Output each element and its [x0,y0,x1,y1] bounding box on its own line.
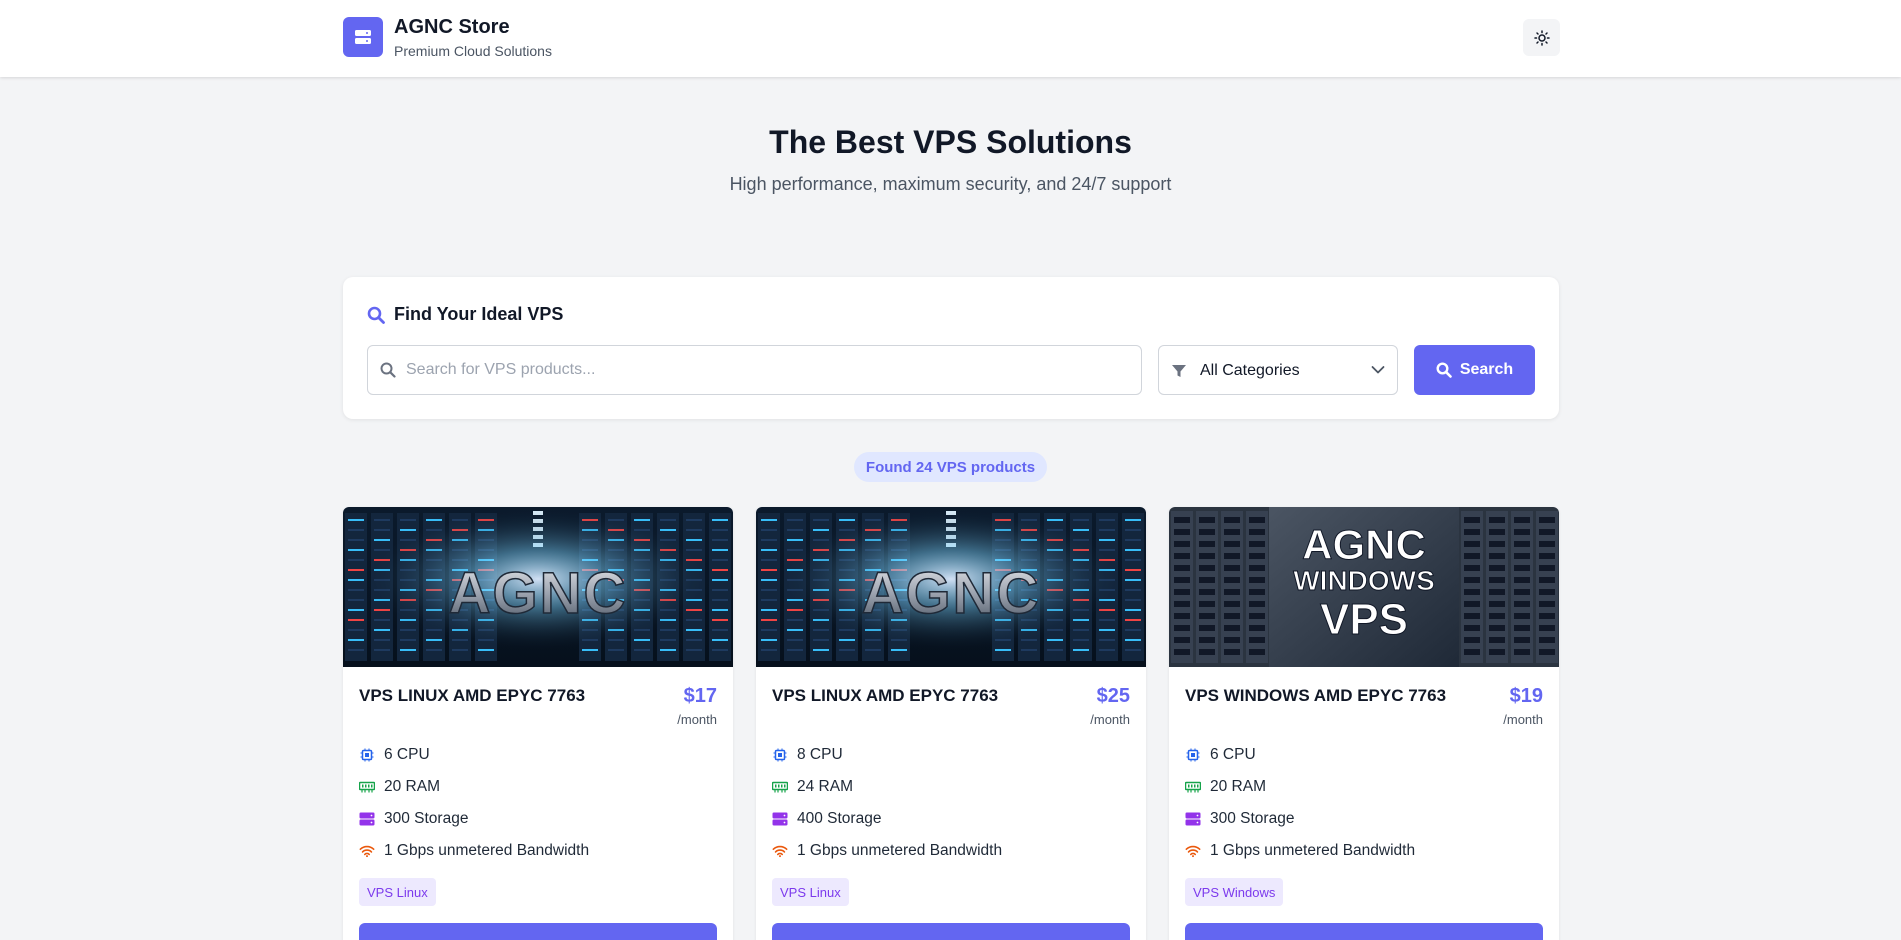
search-icon [1436,362,1452,378]
brand-subtitle: Premium Cloud Solutions [394,43,552,59]
product-card[interactable]: AGNC WINDOWS VPS VPS WINDOWS AMD EPYC 77… [1169,507,1559,940]
product-price-period: /month [1503,712,1543,727]
spec-cpu-text: 6 CPU [1210,746,1256,763]
spec-ram: 20 RAM [1185,777,1266,797]
search-heading-label: Find Your Ideal VPS [394,304,564,324]
product-price: $17 [683,685,717,707]
spec-cpu: 6 CPU [359,745,430,765]
wifi-icon [359,843,375,859]
product-name: VPS LINUX AMD EPYC 7763 [772,686,999,705]
spec-storage-text: 300 Storage [1210,810,1295,827]
product-name: VPS WINDOWS AMD EPYC 7763 [1185,686,1447,705]
wifi-icon [772,843,788,859]
order-button[interactable] [359,923,717,940]
product-price-period: /month [1090,712,1130,727]
memory-icon [772,779,788,795]
hard-drive-icon [1185,811,1201,827]
product-price-period: /month [677,712,717,727]
search-button[interactable]: Search [1414,345,1535,395]
spec-bandwidth-text: 1 Gbps unmetered Bandwidth [384,842,590,859]
hero-subtitle: High performance, maximum security, and … [729,174,1172,194]
spec-bandwidth-text: 1 Gbps unmetered Bandwidth [797,842,1003,859]
theme-toggle-button[interactable] [1523,19,1560,56]
spec-ram-text: 20 RAM [1210,778,1266,795]
cpu-icon [359,747,375,763]
category-tag[interactable]: VPS Linux [359,878,436,906]
spec-cpu: 8 CPU [772,745,843,765]
hard-drive-icon [359,811,375,827]
product-image-logo: AGNC [449,561,628,626]
product-card[interactable]: AGNC VPS LINUX AMD EPYC 7763 $25 /month … [756,507,1146,940]
spec-bandwidth: 1 Gbps unmetered Bandwidth [1185,841,1415,861]
category-select[interactable]: All Categories [1158,345,1398,395]
product-image: AGNC [756,507,1146,667]
chevron-down-icon [1371,366,1385,374]
spec-storage-text: 300 Storage [384,810,469,827]
search-field[interactable] [367,345,1142,395]
hero-title: The Best VPS Solutions [769,124,1132,160]
product-image-logo-line-3: VPS [1320,595,1408,644]
memory-icon [359,779,375,795]
search-panel: Find Your Ideal VPS All Categories Searc… [343,277,1559,419]
spec-bandwidth: 1 Gbps unmetered Bandwidth [772,841,1002,861]
search-input[interactable] [406,346,1136,394]
product-name: VPS LINUX AMD EPYC 7763 [359,686,586,705]
product-price: $25 [1096,685,1130,707]
search-icon [380,362,396,378]
top-header: AGNC Store Premium Cloud Solutions [0,0,1901,77]
product-image-logo: AGNC [862,561,1041,626]
cpu-icon [772,747,788,763]
product-image: AGNC WINDOWS VPS [1169,507,1559,667]
category-tag[interactable]: VPS Linux [772,878,849,906]
category-tag[interactable]: VPS Windows [1185,878,1284,906]
cpu-icon [1185,747,1201,763]
brand-title[interactable]: AGNC Store [394,16,510,39]
filter-icon [1172,365,1186,377]
spec-cpu-text: 8 CPU [797,746,843,763]
search-button-label: Search [1459,361,1514,378]
spec-bandwidth-text: 1 Gbps unmetered Bandwidth [1210,842,1416,859]
product-image-logo-line-2: WINDOWS [1293,565,1435,596]
search-heading: Find Your Ideal VPS [367,304,563,325]
results-count-badge: Found 24 VPS products [854,452,1047,482]
spec-ram-text: 20 RAM [384,778,440,795]
spec-ram: 24 RAM [772,777,853,797]
spec-storage: 400 Storage [772,809,881,829]
product-image-logo-line-1: AGNC [1302,521,1426,568]
wifi-icon [1185,843,1201,859]
spec-bandwidth: 1 Gbps unmetered Bandwidth [359,841,589,861]
spec-cpu-text: 6 CPU [384,746,430,763]
product-price: $19 [1509,685,1543,707]
server-icon[interactable] [343,17,383,57]
order-button[interactable] [1185,923,1543,940]
hard-drive-icon [772,811,788,827]
product-card[interactable]: AGNC VPS LINUX AMD EPYC 7763 $17 /month … [343,507,733,940]
spec-ram-text: 24 RAM [797,778,853,795]
sun-icon [1533,29,1550,46]
product-image: AGNC [343,507,733,667]
spec-storage-text: 400 Storage [797,810,882,827]
spec-ram: 20 RAM [359,777,440,797]
memory-icon [1185,779,1201,795]
spec-storage: 300 Storage [359,809,468,829]
spec-cpu: 6 CPU [1185,745,1256,765]
category-select-value: All Categories [1200,362,1300,379]
search-icon [367,306,385,324]
spec-storage: 300 Storage [1185,809,1294,829]
order-button[interactable] [772,923,1130,940]
